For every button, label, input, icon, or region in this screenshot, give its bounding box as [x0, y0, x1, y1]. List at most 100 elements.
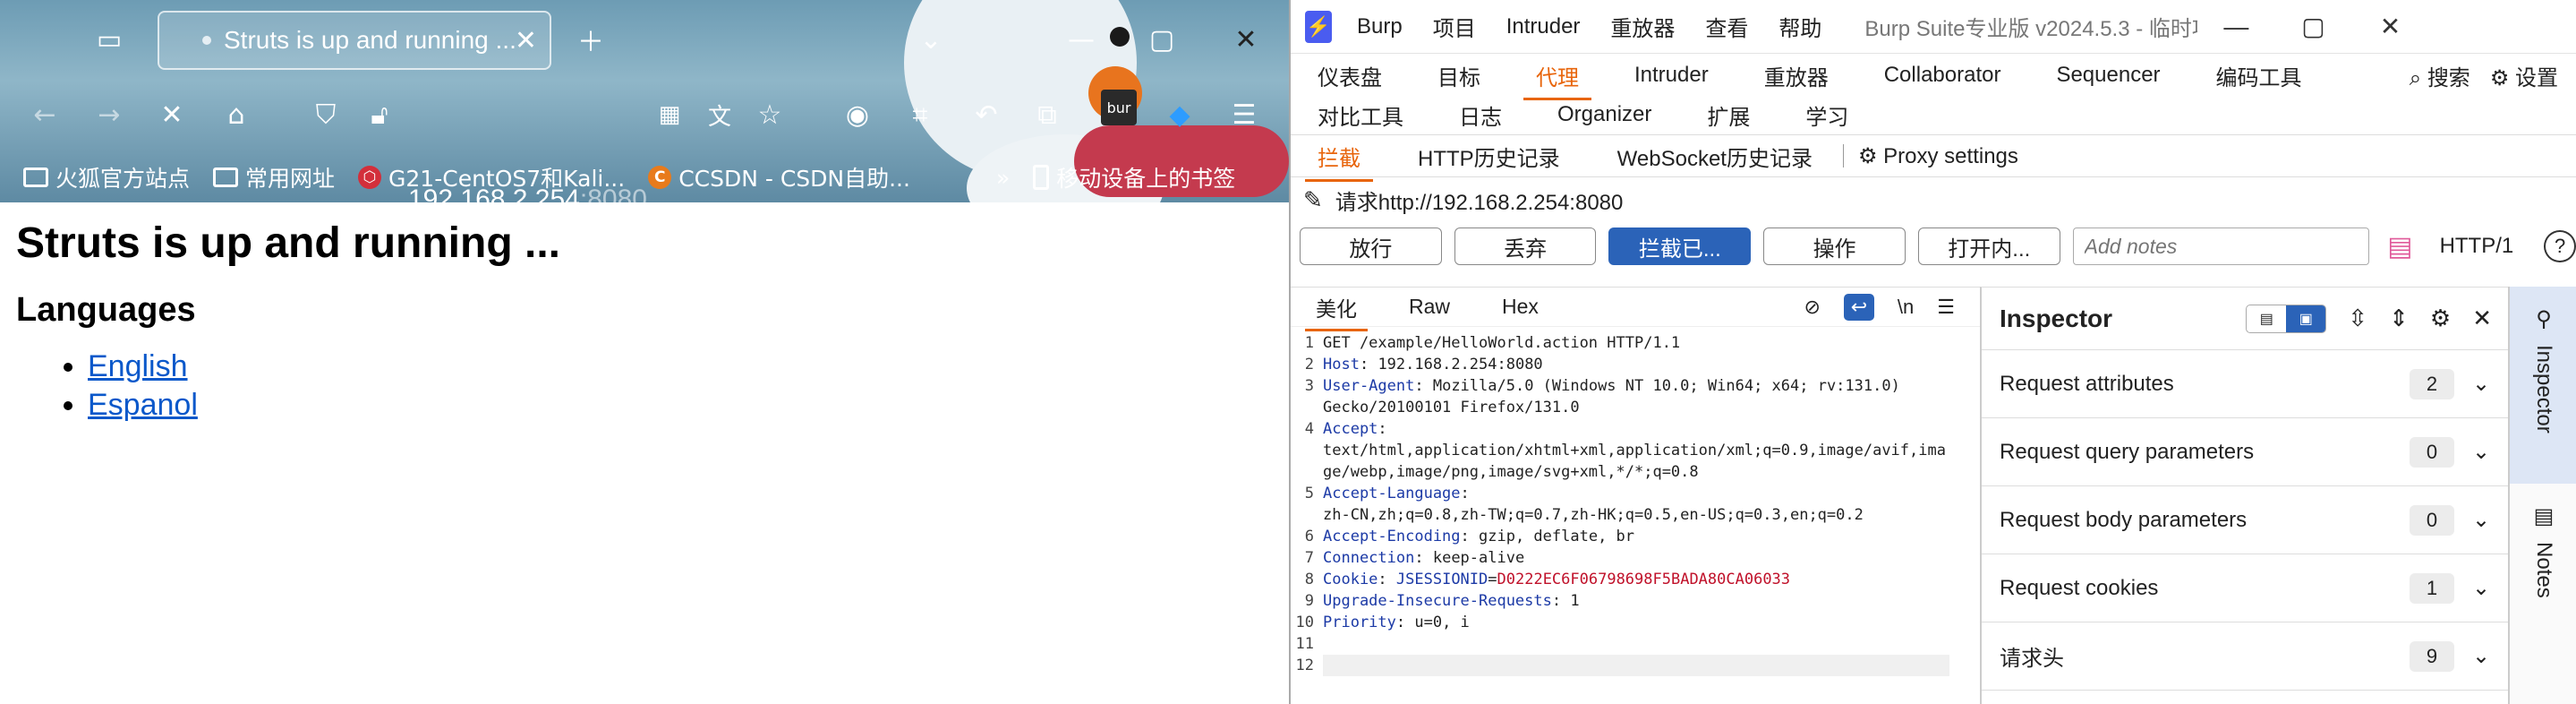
intercept-actions: 放行 丢弃 拦截已... 操作 打开内... ▤ HTTP/1 ? [1291, 222, 2576, 270]
chevron-down-icon[interactable]: ⌄ [2454, 643, 2508, 669]
bookmark-item[interactable]: 常用网址 [213, 161, 335, 193]
folder-icon [213, 167, 239, 187]
qr-code-icon[interactable]: ▦ [644, 90, 695, 140]
screenshot-crop-icon[interactable]: ⌗ [895, 90, 945, 140]
code-line: 9 Upgrade-Insecure-Requests: 1 [1304, 592, 1580, 610]
burp-window: ⚡ Burp 项目 Intruder 重放器 查看 帮助 Burp Suite专… [1289, 0, 2576, 704]
minimize-icon[interactable]: — [1056, 14, 1106, 64]
tab-intruder[interactable]: Intruder [1634, 56, 1709, 95]
drop-button[interactable]: 丢弃 [1454, 228, 1597, 265]
back-icon[interactable]: ← [20, 90, 70, 140]
bookmark-star-icon[interactable]: ☆ [745, 90, 795, 140]
bookmark-item[interactable]: C CCSDN - CSDN自助... [648, 161, 910, 193]
tab-hex[interactable]: Hex [1502, 288, 1539, 326]
subtab-http-history[interactable]: HTTP历史记录 [1418, 132, 1560, 181]
browser-tab[interactable]: Struts is up and running ... ✕ [158, 11, 551, 70]
help-icon[interactable]: ? [2544, 230, 2576, 262]
forward-button[interactable]: 放行 [1300, 228, 1442, 265]
proxy-settings-button[interactable]: ⚙ Proxy settings [1858, 134, 2018, 178]
new-tab-icon[interactable]: ＋ [566, 14, 616, 64]
maximize-icon[interactable]: ▢ [1137, 14, 1187, 64]
folder-icon [23, 167, 48, 187]
menu-project[interactable]: 项目 [1433, 11, 1476, 42]
menu-repeater[interactable]: 重放器 [1610, 11, 1675, 42]
subtab-intercept[interactable]: 拦截 [1305, 132, 1373, 182]
layout-split-icon[interactable]: ▣ [2286, 305, 2326, 332]
bookmark-item[interactable]: 移动设备上的书签 [1033, 161, 1235, 193]
close-icon[interactable]: ✕ [2351, 12, 2428, 41]
gear-icon[interactable]: ⚙ [2430, 305, 2451, 332]
open-browser-button[interactable]: 打开内... [1917, 228, 2060, 265]
link-english[interactable]: English [88, 349, 188, 383]
count-badge: 0 [2410, 436, 2454, 468]
chevron-down-icon[interactable]: ⌄ [2454, 575, 2508, 601]
minimize-icon[interactable]: — [2197, 13, 2274, 41]
notes-input[interactable] [2072, 228, 2370, 265]
stop-loading-icon[interactable]: ✕ [147, 90, 197, 140]
forward-icon[interactable]: → [84, 90, 134, 140]
intercept-toggle-button[interactable]: 拦截已... [1608, 228, 1752, 265]
link-espanol[interactable]: Espanol [88, 388, 198, 422]
inspector-row-headers[interactable]: 请求头 9 ⌄ [1982, 622, 2508, 691]
inspector-row-cookies[interactable]: Request cookies 1 ⌄ [1982, 554, 2508, 622]
tab-decoder[interactable]: 编码工具 [2216, 53, 2302, 99]
collapse-all-icon[interactable]: ⇕ [2389, 305, 2409, 332]
rail-notes[interactable]: ▤ Notes [2510, 484, 2576, 598]
expand-all-icon[interactable]: ⇳ [2348, 305, 2367, 332]
menu-help[interactable]: 帮助 [1778, 11, 1821, 42]
highlight-color-icon[interactable]: ▤ [2387, 231, 2412, 262]
layout-list-icon[interactable]: ▤ [2247, 305, 2286, 332]
close-icon[interactable]: ✕ [2472, 305, 2492, 332]
chevron-down-icon[interactable]: ⌄ [2454, 507, 2508, 533]
insecure-lock-icon[interactable]: 🔓︎ [354, 90, 405, 140]
translate-icon[interactable]: 文 [695, 90, 745, 140]
request-code[interactable]: 1 GET /example/HelloWorld.action HTTP/1.1… [1291, 327, 1980, 676]
word-wrap-icon[interactable]: ↩ [1843, 293, 1874, 321]
pencil-icon[interactable]: ✎ [1303, 186, 1323, 214]
search-button[interactable]: ⌕ 搜索 [2410, 60, 2470, 91]
tab-raw[interactable]: Raw [1409, 288, 1450, 326]
account-icon[interactable]: ◉ [832, 90, 883, 140]
notes-icon: ▤ [2533, 504, 2555, 528]
home-icon[interactable]: ⌂ [211, 90, 261, 140]
tab-close-icon[interactable]: ✕ [515, 25, 537, 56]
maximize-icon[interactable]: ▢ [2274, 12, 2351, 41]
app-menu-icon[interactable]: ☰ [1219, 90, 1269, 140]
chevron-down-icon[interactable]: ⌄ [2454, 371, 2508, 397]
undo-icon[interactable]: ↶ [961, 90, 1011, 140]
tab-sequencer[interactable]: Sequencer [2056, 56, 2160, 95]
burp-extension-badge[interactable]: bur [1101, 90, 1137, 125]
layout-toggle[interactable]: ▤ ▣ [2246, 304, 2327, 333]
inspector-row-body-params[interactable]: Request body parameters 0 ⌄ [1982, 486, 2508, 554]
hide-nonprintable-icon[interactable]: ⊘ [1804, 296, 1820, 319]
tab-pretty[interactable]: 美化 [1305, 285, 1368, 331]
list-item: English [88, 349, 1273, 384]
inspector-row-query-params[interactable]: Request query parameters 0 ⌄ [1982, 418, 2508, 486]
action-button[interactable]: 操作 [1763, 228, 1906, 265]
burp-logo-icon: ⚡ [1305, 10, 1332, 43]
bookmark-overflow-icon[interactable]: » [996, 165, 1010, 191]
http-version-selector[interactable]: HTTP/1 [2440, 234, 2514, 259]
inspector-row-request-attributes[interactable]: Request attributes 2 ⌄ [1982, 350, 2508, 418]
menu-intruder[interactable]: Intruder [1506, 14, 1581, 39]
show-newlines-icon[interactable]: \n [1898, 296, 1914, 319]
tab-list-icon[interactable]: ▭ [84, 14, 134, 64]
code-line: 12 [1291, 655, 1980, 676]
tab-proxy[interactable]: 代理 [1523, 53, 1591, 100]
chevron-down-icon[interactable]: ⌄ [2454, 439, 2508, 465]
menu-view[interactable]: 查看 [1705, 11, 1748, 42]
bookmark-item[interactable]: 火狐官方站点 [23, 161, 190, 193]
menu-burp[interactable]: Burp [1357, 14, 1403, 39]
proxy-extension-icon[interactable]: ◆ [1155, 90, 1205, 140]
tab-collaborator[interactable]: Collaborator [1884, 56, 2001, 95]
subtab-websocket-history[interactable]: WebSocket历史记录 [1617, 132, 1813, 181]
tab-organizer[interactable]: Organizer [1557, 95, 1651, 134]
close-window-icon[interactable]: ✕ [1221, 14, 1271, 64]
settings-button[interactable]: ⚙ 设置 [2490, 60, 2558, 91]
bookmark-item[interactable]: ⬡ G21-CentOS7和Kali... [358, 161, 625, 193]
rail-inspector[interactable]: ⚲ Inspector [2510, 287, 2576, 484]
tab-overflow-chevron-icon[interactable]: ⌄ [906, 14, 956, 64]
extensions-icon[interactable]: ⧉ [1022, 90, 1072, 140]
tracking-shield-icon[interactable]: ⛉ [301, 90, 351, 140]
editor-menu-icon[interactable]: ☰ [1937, 296, 1955, 319]
